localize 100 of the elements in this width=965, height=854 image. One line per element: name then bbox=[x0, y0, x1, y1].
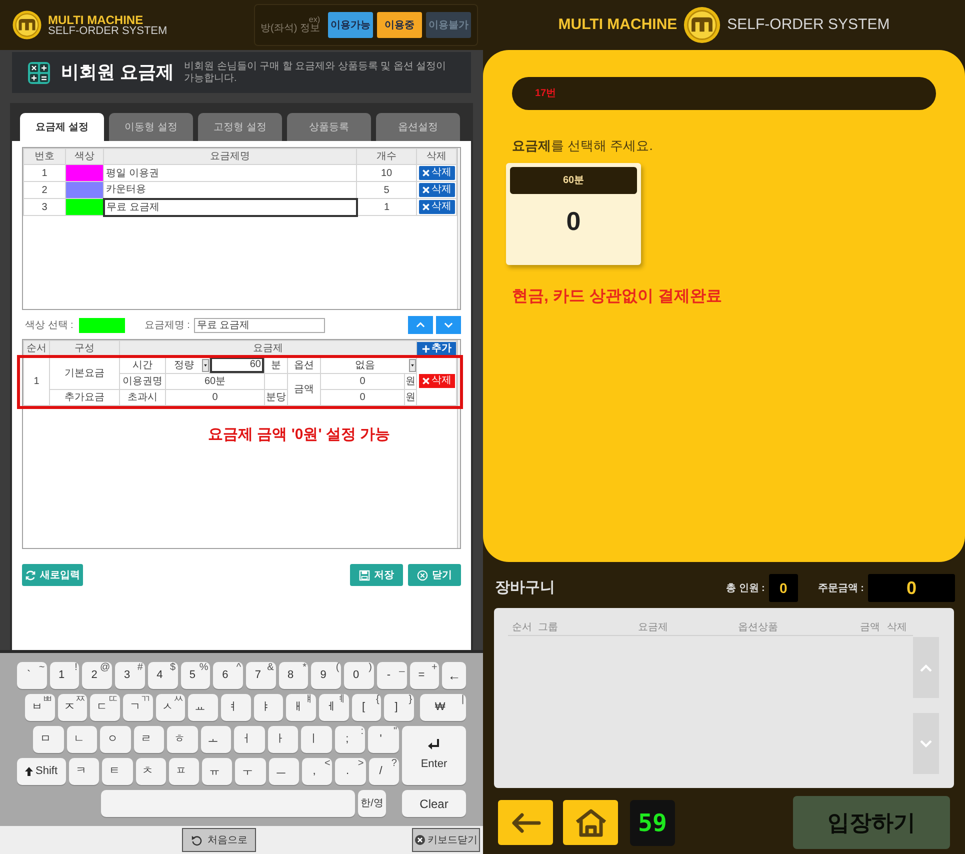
key[interactable]: ] } bbox=[384, 694, 414, 721]
key[interactable]: . > bbox=[335, 758, 366, 785]
key[interactable]: 7 & bbox=[246, 662, 276, 689]
key[interactable]: ㄱ ㄲ bbox=[123, 694, 153, 721]
key[interactable]: ㅋ bbox=[69, 758, 100, 785]
key[interactable]: ㅅ ㅆ bbox=[156, 694, 186, 721]
tab[interactable]: 고정형 설정 bbox=[198, 113, 282, 141]
column-header: 옵션상품 bbox=[738, 621, 779, 635]
key[interactable]: ㄴ bbox=[66, 726, 98, 753]
legend-button[interactable]: 이용중 bbox=[377, 12, 422, 38]
delete-button[interactable]: 삭제 bbox=[418, 166, 454, 180]
move-down-button[interactable] bbox=[436, 316, 461, 334]
scrollbar[interactable] bbox=[457, 340, 460, 548]
shift-character: ㄲ bbox=[140, 695, 151, 705]
table-cell: 원 bbox=[404, 390, 417, 406]
dropdown[interactable]: 정량 bbox=[166, 358, 209, 372]
key[interactable]: ㅡ bbox=[268, 758, 300, 785]
table-cell[interactable]: 무료 요금제 bbox=[104, 198, 356, 216]
table-cell[interactable]: 평일 이용권 bbox=[104, 164, 356, 182]
key[interactable]: ㅊ bbox=[136, 758, 166, 785]
input-field[interactable]: 무료 요금제 bbox=[194, 318, 325, 332]
table-cell[interactable]: 카운터용 bbox=[104, 182, 356, 198]
key[interactable]: 5 % bbox=[180, 662, 210, 689]
table-cell: 분 bbox=[264, 356, 288, 374]
backspace-key[interactable]: ← bbox=[442, 662, 466, 689]
scrollbar[interactable] bbox=[457, 148, 460, 309]
shift-character: * bbox=[302, 663, 306, 673]
back-button[interactable] bbox=[498, 800, 553, 845]
delete-button[interactable]: 삭제 bbox=[418, 182, 454, 197]
table-cell: 1 bbox=[24, 164, 66, 182]
key[interactable]: ㅕ bbox=[221, 694, 251, 721]
key[interactable]: ㅐ ㅒ bbox=[286, 694, 316, 721]
shift-character: + bbox=[432, 663, 438, 673]
key[interactable]: 0 ) bbox=[344, 662, 374, 689]
key[interactable]: ㅗ bbox=[200, 726, 232, 753]
key[interactable]: ㅇ bbox=[100, 726, 131, 753]
plan-card[interactable]: 60분 0 bbox=[506, 162, 641, 264]
home-button[interactable] bbox=[563, 800, 618, 845]
key[interactable]: = + bbox=[410, 662, 440, 689]
language-key[interactable]: 한/영 bbox=[358, 790, 386, 817]
dropdown[interactable]: 없음 bbox=[321, 358, 416, 372]
move-up-button[interactable] bbox=[408, 316, 433, 334]
key[interactable]: [ { bbox=[352, 694, 382, 721]
enter-key[interactable]: Enter bbox=[402, 726, 466, 785]
shift-character: < bbox=[324, 759, 330, 769]
key[interactable]: ₩ | bbox=[420, 694, 466, 721]
table-cell: 이용권명 bbox=[120, 374, 166, 390]
tab[interactable]: 요금제 설정 bbox=[20, 113, 104, 141]
table-cell: 2 bbox=[24, 182, 66, 198]
column-header: 순서 bbox=[512, 621, 533, 635]
delete-button[interactable]: 삭제 bbox=[418, 374, 455, 388]
key[interactable]: ㅎ bbox=[167, 726, 198, 753]
key[interactable]: 1 ! bbox=[50, 662, 80, 689]
add-button[interactable]: 추가 bbox=[417, 342, 456, 356]
key[interactable]: ㅂ ㅃ bbox=[25, 694, 55, 721]
key[interactable]: ㅛ bbox=[188, 694, 218, 721]
key[interactable]: ㅓ bbox=[234, 726, 265, 753]
key[interactable]: ㅈ ㅉ bbox=[58, 694, 88, 721]
key[interactable]: ㅜ bbox=[235, 758, 266, 785]
key[interactable]: ; : bbox=[334, 726, 366, 753]
table-cell: 옵션 bbox=[288, 356, 320, 374]
key[interactable]: ㅍ bbox=[168, 758, 200, 785]
shift-key[interactable]: Shift bbox=[17, 758, 66, 785]
key[interactable]: - _ bbox=[376, 662, 407, 689]
key[interactable]: 4 $ bbox=[148, 662, 178, 689]
key[interactable]: ' " bbox=[368, 726, 400, 753]
key[interactable]: ㅁ bbox=[33, 726, 64, 753]
color-picker[interactable] bbox=[79, 318, 126, 332]
tab[interactable]: 이동형 설정 bbox=[109, 113, 193, 141]
key[interactable]: ㅑ bbox=[254, 694, 284, 721]
delete-button[interactable]: 삭제 bbox=[418, 200, 454, 214]
home-button[interactable]: 처음으로 bbox=[182, 828, 256, 852]
key[interactable]: / ? bbox=[368, 758, 399, 785]
key[interactable]: 2 @ bbox=[82, 662, 112, 689]
key[interactable]: ㅣ bbox=[301, 726, 332, 753]
column-header: 번호 bbox=[24, 148, 66, 164]
key[interactable]: , < bbox=[302, 758, 332, 785]
field-label: 색상 선택 : bbox=[24, 318, 74, 332]
table-cell: 0 bbox=[166, 390, 264, 406]
input-field[interactable]: 60 bbox=[210, 357, 264, 373]
close-icon bbox=[422, 168, 430, 177]
key[interactable]: ㅏ bbox=[268, 726, 298, 753]
arrow-up-icon bbox=[25, 767, 34, 776]
key[interactable]: 3 # bbox=[115, 662, 145, 689]
column-header: 삭제 bbox=[887, 621, 908, 635]
key[interactable]: ` ~ bbox=[17, 662, 47, 689]
clear-key[interactable]: Clear bbox=[402, 790, 466, 817]
key[interactable]: ㄹ bbox=[134, 726, 164, 753]
key[interactable]: 6 ^ bbox=[213, 662, 244, 689]
key[interactable]: ㅠ bbox=[202, 758, 232, 785]
legend-button[interactable]: 이용가능 bbox=[328, 12, 373, 38]
key[interactable]: ㄷ ㄸ bbox=[90, 694, 120, 721]
close-circle-icon bbox=[417, 570, 428, 580]
close-keyboard-button[interactable]: 키보드닫기 bbox=[412, 828, 480, 852]
key[interactable]: ㅔ ㅖ bbox=[319, 694, 349, 721]
key[interactable]: 9 ( bbox=[311, 662, 342, 689]
key[interactable]: 8 * bbox=[278, 662, 308, 689]
key[interactable]: ㅌ bbox=[102, 758, 133, 785]
table-cell: 원 bbox=[404, 374, 417, 390]
enter-button: 입장하기 bbox=[793, 796, 950, 849]
